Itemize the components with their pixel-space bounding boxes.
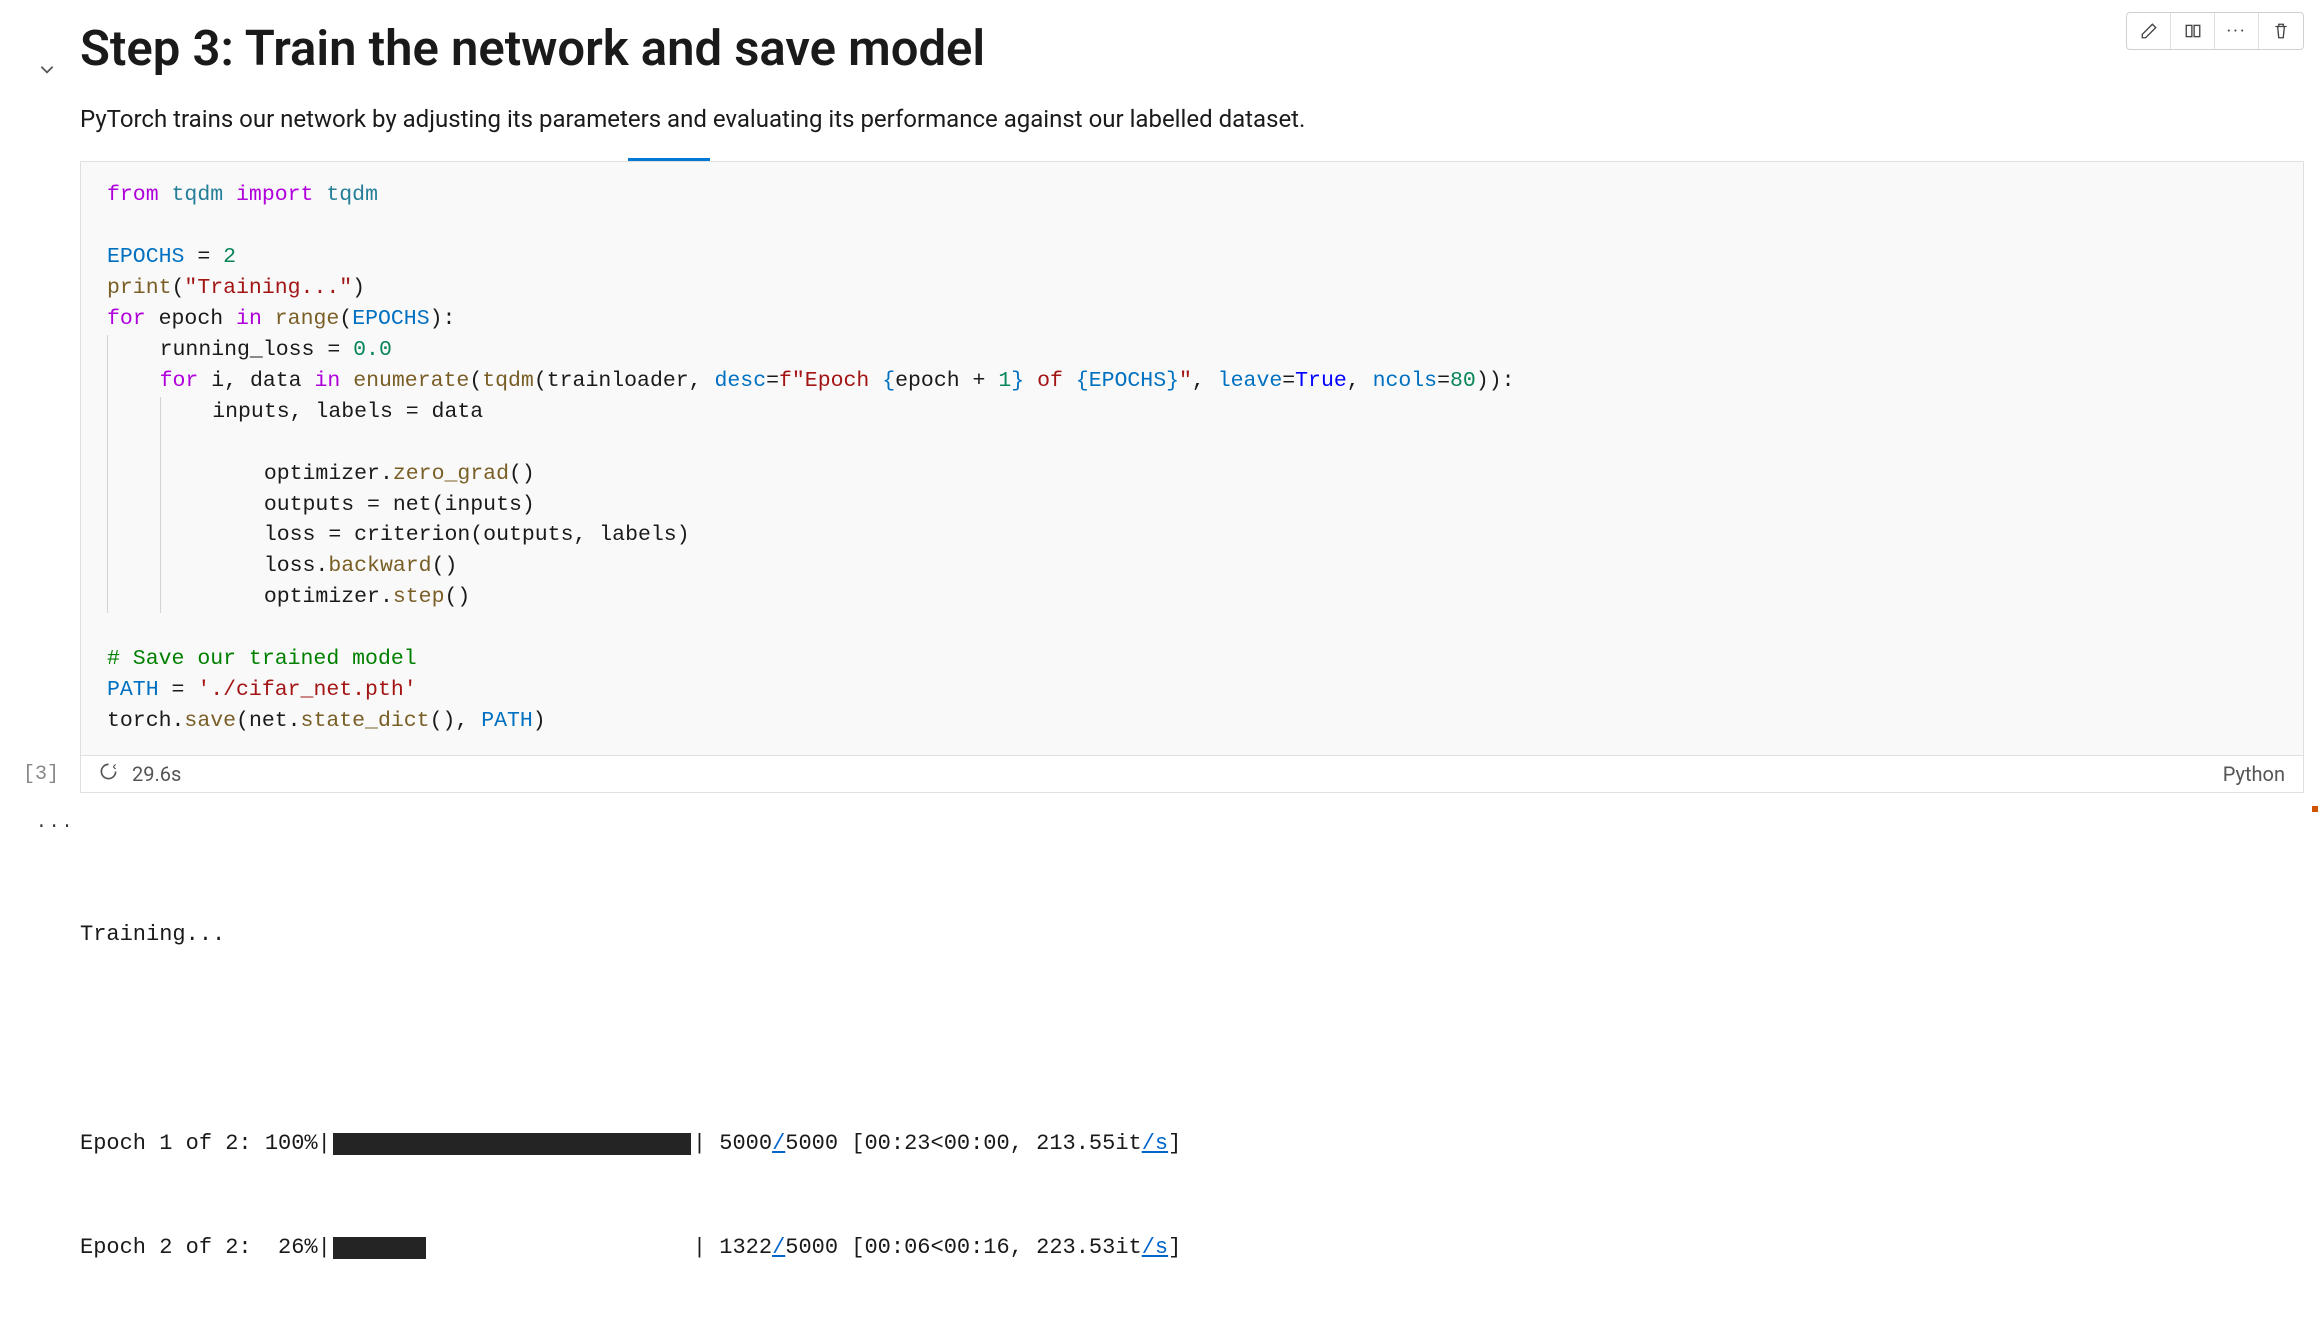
section-description: PyTorch trains our network by adjusting … (80, 105, 2304, 133)
code-cell: from tqdm import tqdm EPOCHS = 2 print("… (80, 161, 2304, 1335)
code-editor[interactable]: from tqdm import tqdm EPOCHS = 2 print("… (80, 161, 2304, 756)
cell-output: ··· Training... Epoch 1 of 2: 100%|| 500… (80, 811, 2304, 1335)
cell-running-spinner (99, 762, 118, 786)
split-cell-button[interactable] (2171, 13, 2215, 49)
output-progress-epoch2: Epoch 2 of 2: 26%|| 1322/5000 [00:06<00:… (80, 1231, 2304, 1265)
split-icon (2184, 22, 2202, 40)
cell-status-bar: [3] 29.6s Python (80, 756, 2304, 793)
ellipsis-icon: ··· (2226, 21, 2246, 42)
more-actions-button[interactable]: ··· (2215, 13, 2259, 49)
edit-markdown-button[interactable] (2127, 13, 2171, 49)
output-progress-epoch1: Epoch 1 of 2: 100%|| 5000/5000 [00:23<00… (80, 1127, 2304, 1161)
output-line-training: Training... (80, 917, 2304, 952)
execution-count: [3] (23, 763, 59, 786)
minimap-marker (2312, 806, 2318, 812)
output-expand-button[interactable]: ··· (36, 813, 74, 842)
delete-cell-button[interactable] (2259, 13, 2303, 49)
chevron-down-icon (38, 60, 56, 78)
spinner-icon (99, 762, 118, 781)
section-heading: Step 3: Train the network and save model (80, 20, 2304, 77)
trash-icon (2272, 22, 2290, 40)
collapse-section-chevron[interactable] (38, 60, 56, 82)
kernel-name[interactable]: Python (2223, 762, 2285, 786)
cell-elapsed-time: 29.6s (132, 762, 181, 786)
pencil-icon (2140, 22, 2158, 40)
markdown-cell-toolbar: ··· (2126, 12, 2304, 50)
